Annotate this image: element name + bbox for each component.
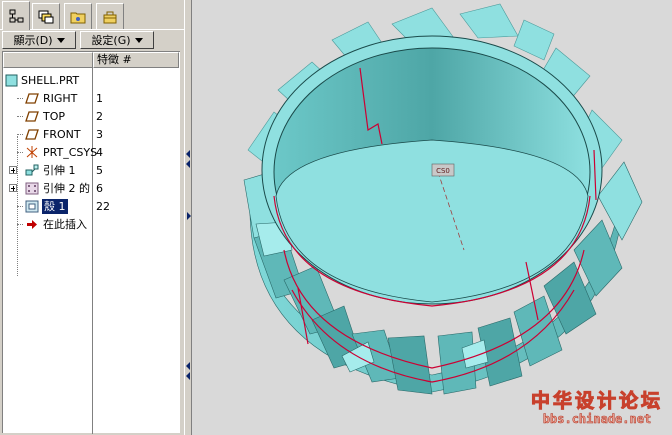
datum-plane-icon	[25, 129, 39, 140]
tree-item-top[interactable]: TOP 2	[3, 108, 179, 125]
tree-item-label: FRONT	[43, 128, 81, 141]
tree-item-number: 6	[96, 182, 103, 195]
chevron-down-icon	[134, 37, 143, 43]
insert-here-arrow-icon	[27, 220, 37, 229]
watermark-title: 中华设计论坛	[530, 390, 663, 413]
tree-item-prt-csys[interactable]: PRT_CSYS 4	[3, 144, 179, 161]
model-tree-icon	[9, 9, 24, 23]
watermark-url: bbs.chinade.net	[542, 412, 652, 427]
datum-plane-icon	[25, 93, 39, 104]
shell-part-model: CS0	[243, 3, 643, 395]
tree-item-number: 5	[96, 164, 103, 177]
tree-column-header-name[interactable]	[3, 52, 93, 68]
panel-splitter[interactable]	[184, 0, 192, 435]
tree-item-label: 引伸 1	[43, 164, 76, 177]
tree-item-label: 在此插入	[43, 218, 87, 231]
model-tree-panel: 顯示(D) 設定(G) 特徵 # SHELL.PRT RIGHT 1 TOP 2…	[0, 0, 184, 435]
toolbox-icon	[103, 11, 117, 23]
csys-label: CS0	[436, 167, 450, 175]
extrude-icon	[25, 164, 39, 176]
watermark: 中华设计论坛 bbs.chinade.net	[522, 384, 672, 434]
tree-item-number: 1	[96, 92, 103, 105]
settings-menu-label: 設定(G)	[91, 34, 131, 47]
shell-icon	[25, 200, 39, 213]
display-menu-button[interactable]: 顯示(D)	[2, 31, 76, 49]
tree-item-shell-1[interactable]: 殼 1 22	[3, 198, 179, 215]
collapse-left-icon[interactable]	[186, 372, 190, 380]
collapse-left-icon[interactable]	[186, 160, 190, 168]
tree-item-label: 引伸 2 的	[43, 182, 90, 195]
settings-menu-button[interactable]: 設定(G)	[80, 31, 154, 49]
tree-item-label: 殼 1	[42, 199, 68, 214]
pattern-icon	[25, 182, 39, 195]
expand-toggle-icon[interactable]	[9, 184, 17, 192]
collapse-left-icon[interactable]	[186, 150, 190, 158]
navigator-tabs	[0, 0, 184, 30]
tree-item-extrude-2-pattern[interactable]: 引伸 2 的 6	[3, 180, 179, 197]
layers-icon	[38, 10, 54, 23]
tree-item-label: SHELL.PRT	[21, 74, 80, 87]
tree-item-label: TOP	[43, 110, 66, 123]
tree-item-extrude-1[interactable]: 引伸 1 5	[3, 162, 179, 179]
tree-column-header-feature[interactable]: 特徵 #	[93, 52, 179, 68]
display-menu-label: 顯示(D)	[13, 34, 53, 47]
expand-toggle-icon[interactable]	[9, 166, 17, 174]
tree-menu-bar: 顯示(D) 設定(G)	[0, 31, 184, 49]
tree-item-number: 22	[96, 200, 110, 213]
expand-right-icon[interactable]	[187, 212, 191, 220]
folder-icon	[70, 12, 86, 23]
part-icon	[5, 74, 18, 87]
graphics-window[interactable]: CS0	[192, 0, 672, 435]
tree-item-right[interactable]: RIGHT 1	[3, 90, 179, 107]
tree-item-number: 4	[96, 146, 103, 159]
tab-model-tree[interactable]	[2, 1, 30, 30]
tree-item-front[interactable]: FRONT 3	[3, 126, 179, 143]
tab-favorites[interactable]	[96, 3, 124, 29]
tree-item-label: PRT_CSYS	[43, 146, 98, 159]
coordinate-system-icon	[26, 146, 38, 158]
tab-layers[interactable]	[32, 3, 60, 29]
tree-item-shell-prt[interactable]: SHELL.PRT	[3, 72, 179, 89]
datum-plane-icon	[25, 111, 39, 122]
tree-item-number: 3	[96, 128, 103, 141]
tab-folder-browser[interactable]	[64, 3, 92, 29]
tree-item-number: 2	[96, 110, 103, 123]
model-tree: 特徵 # SHELL.PRT RIGHT 1 TOP 2 FRONT 3 PRT…	[2, 51, 180, 434]
tree-item-insert-here[interactable]: 在此插入	[3, 216, 179, 233]
tree-item-label: RIGHT	[43, 92, 78, 105]
collapse-left-icon[interactable]	[186, 362, 190, 370]
chevron-down-icon	[56, 37, 65, 43]
